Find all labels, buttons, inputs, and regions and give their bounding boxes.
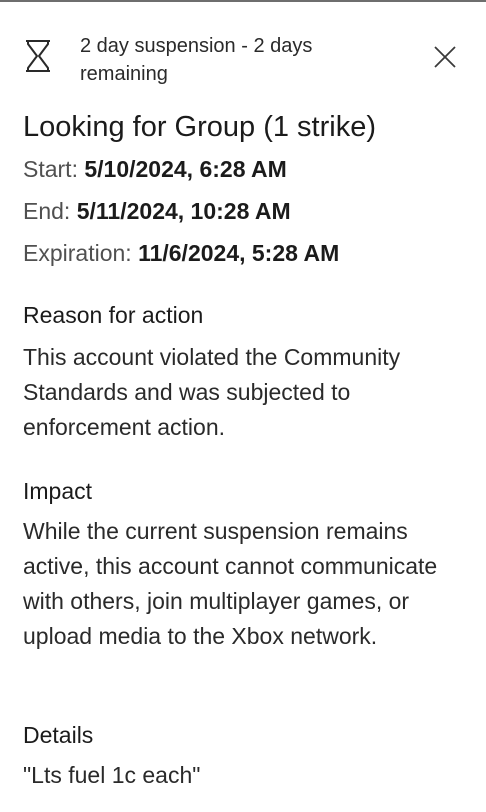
reason-text: This account violated the Community Stan… <box>23 344 401 440</box>
end-date-row: End: 5/11/2024, 10:28 AM <box>23 196 291 226</box>
enforcement-title: Looking for Group (1 strike) <box>23 111 376 143</box>
end-label: End: <box>23 198 71 224</box>
close-button[interactable] <box>430 42 460 72</box>
details-heading: Details <box>23 722 94 748</box>
suspension-status-text: 2 day suspension - 2 days remaining <box>80 35 313 85</box>
top-divider <box>0 0 486 2</box>
close-icon <box>434 46 456 68</box>
start-label: Start: <box>23 156 78 182</box>
impact-text: While the current suspension remains act… <box>23 518 438 649</box>
suspension-header: 2 day suspension - 2 days remaining <box>22 30 462 90</box>
expiration-value: 11/6/2024, 5:28 AM <box>138 240 340 266</box>
reason-heading: Reason for action <box>23 302 204 328</box>
expiration-date-row: Expiration: 11/6/2024, 5:28 AM <box>23 238 339 268</box>
end-value: 5/11/2024, 10:28 AM <box>76 198 291 224</box>
start-date-row: Start: 5/10/2024, 6:28 AM <box>23 154 287 184</box>
impact-heading: Impact <box>23 478 93 504</box>
details-text: "Lts fuel 1c each" <box>23 762 201 788</box>
hourglass-icon <box>22 38 54 74</box>
expiration-label: Expiration: <box>23 240 132 266</box>
start-value: 5/10/2024, 6:28 AM <box>84 156 287 182</box>
